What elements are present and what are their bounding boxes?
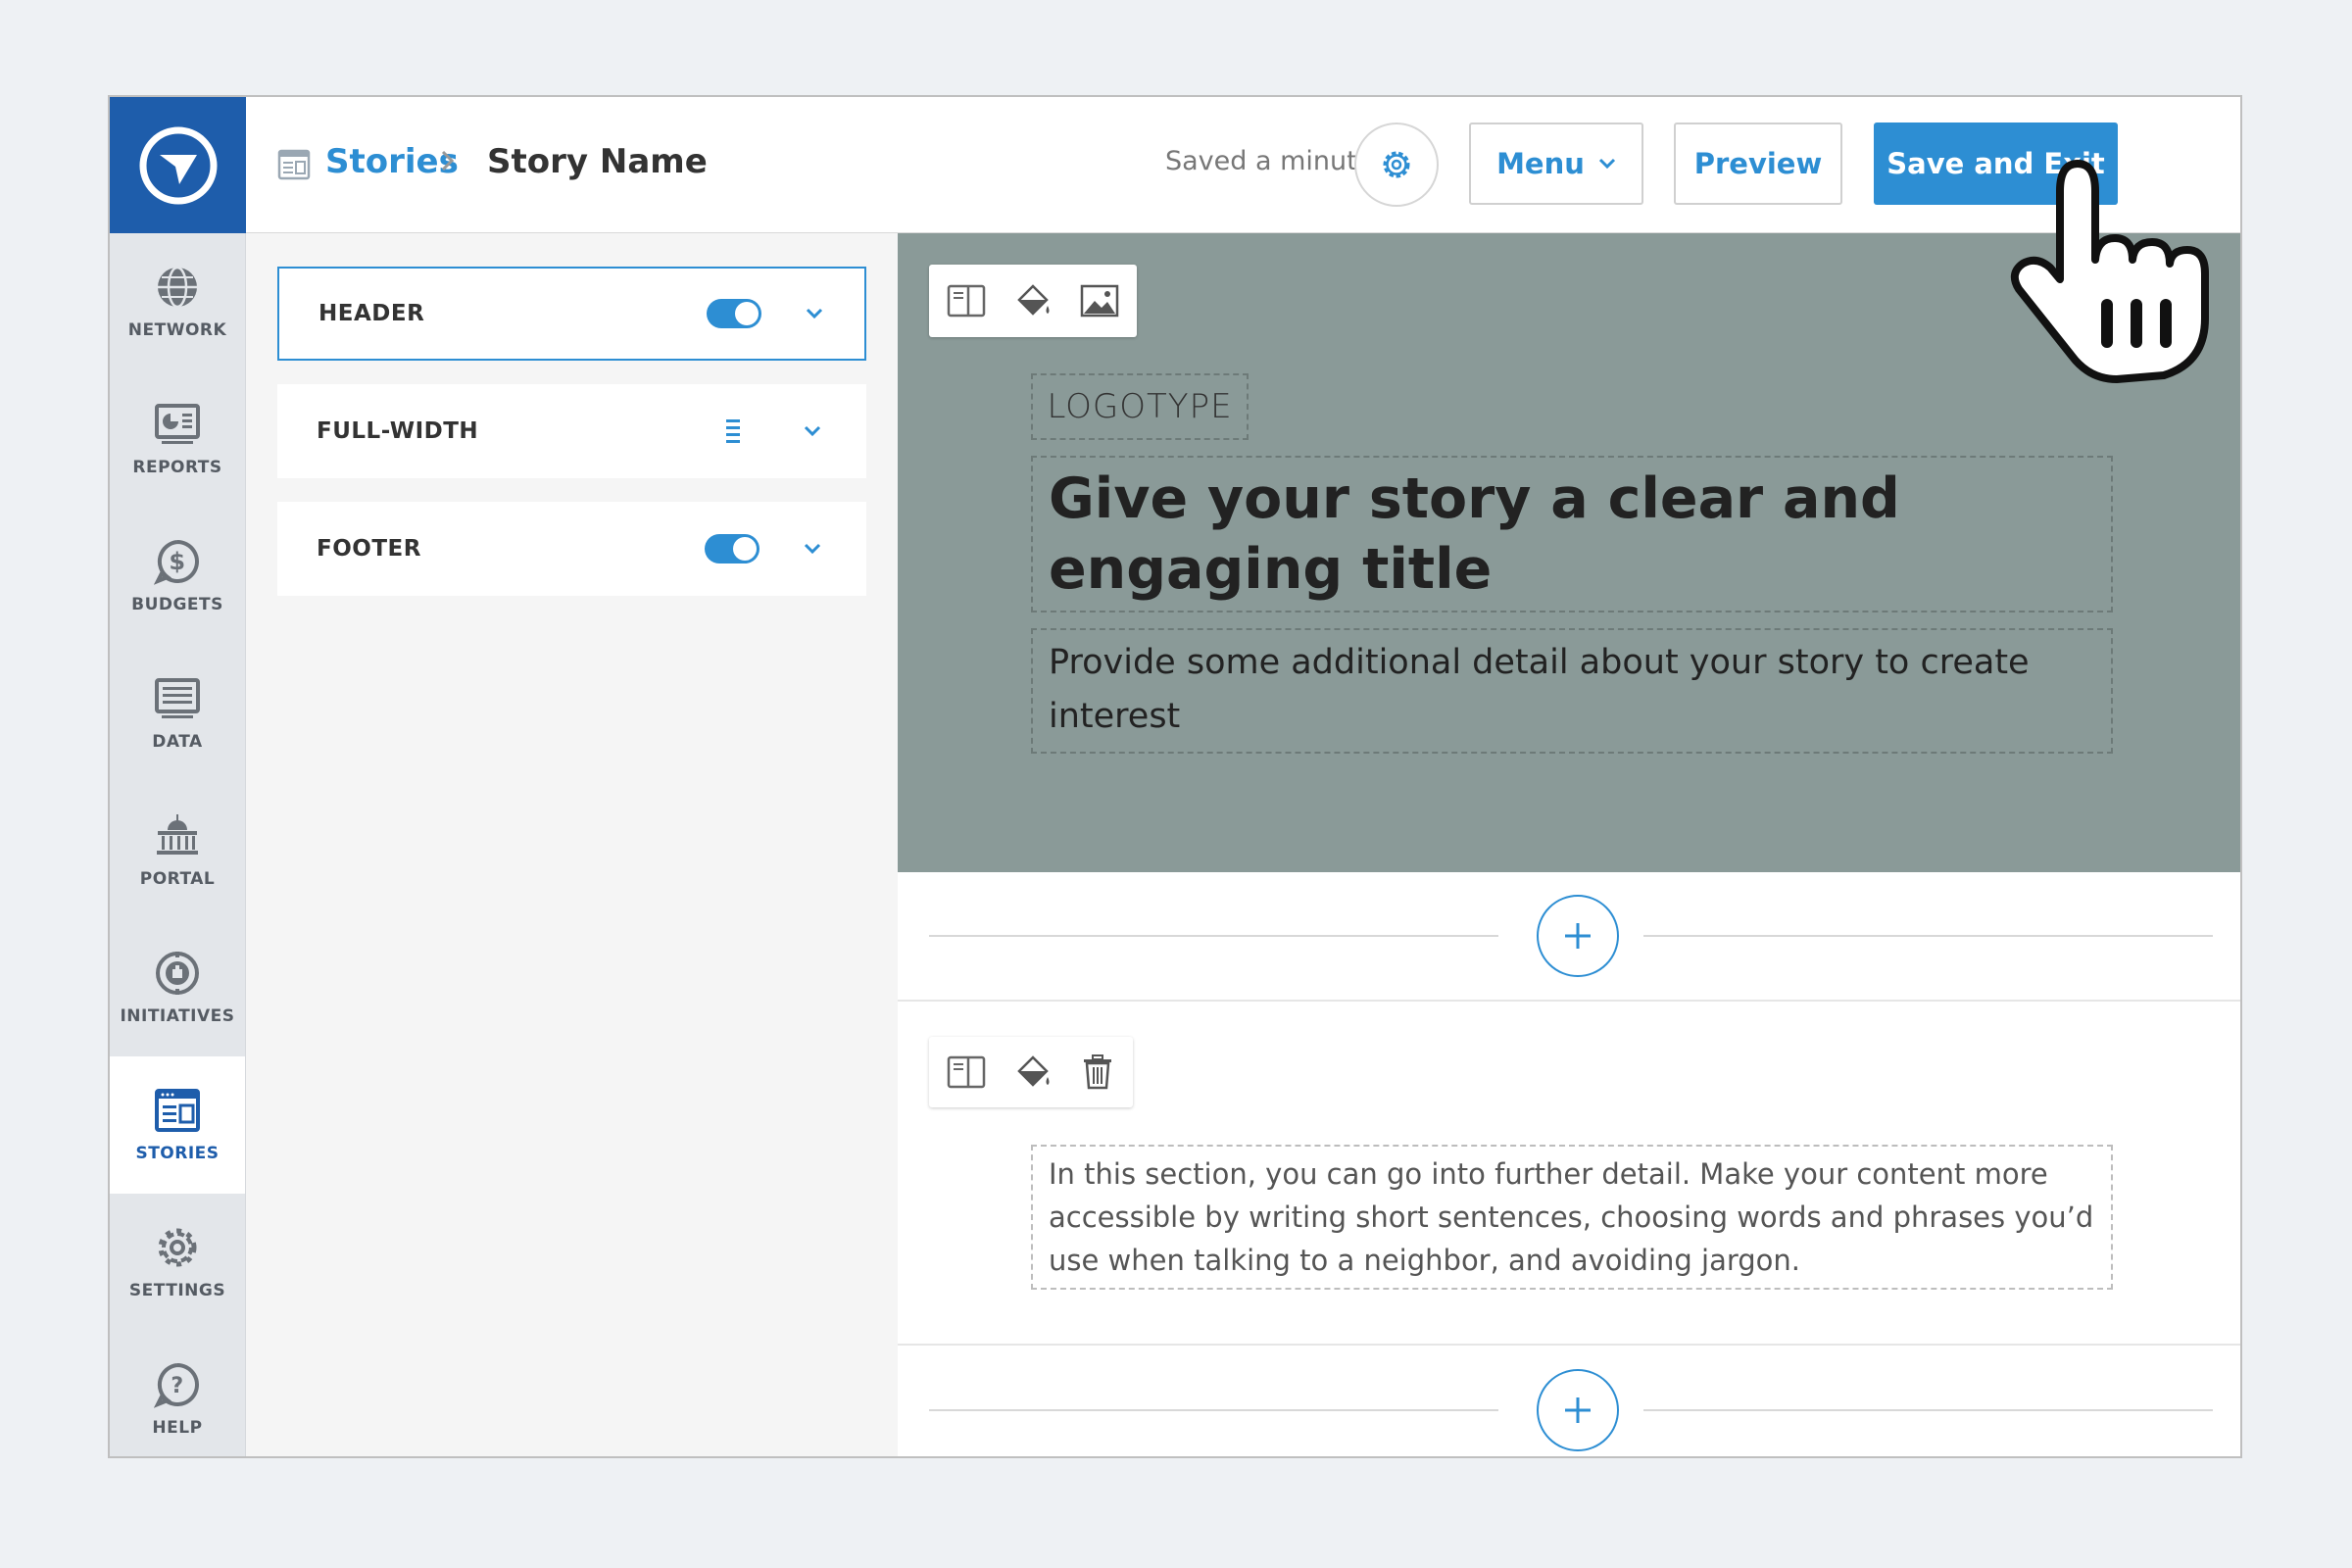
chevron-right-icon — [441, 150, 455, 172]
drag-handle-icon[interactable] — [724, 417, 742, 445]
section-footer[interactable]: FOOTER — [277, 502, 866, 596]
nav-label: BUDGETS — [131, 595, 223, 614]
story-subtitle-field[interactable]: Provide some additional detail about you… — [1031, 628, 2113, 754]
stories-breadcrumb-icon — [277, 149, 311, 180]
menu-dropdown-button[interactable]: Menu — [1469, 122, 1643, 205]
plus-icon — [1565, 923, 1591, 949]
content-paragraph-field[interactable]: In this section, you can go into further… — [1031, 1145, 2113, 1290]
top-bar: Stories Story Name Saved a minute ago Me… — [246, 97, 2240, 233]
layout-icon[interactable] — [947, 283, 986, 318]
gear-icon — [158, 1228, 197, 1267]
section-label: HEADER — [318, 301, 425, 326]
nav-item-stories[interactable]: STORIES — [110, 1056, 245, 1194]
nav-item-initiatives[interactable]: INITIATIVES — [110, 919, 245, 1056]
stories-icon — [155, 1089, 200, 1132]
nav-item-settings[interactable]: SETTINGS — [110, 1194, 245, 1331]
paint-bucket-icon[interactable] — [1013, 282, 1053, 319]
logotype-placeholder[interactable]: LOGOTYPE — [1031, 373, 1249, 440]
initiatives-icon — [156, 952, 199, 995]
portal-icon — [157, 814, 198, 855]
nav-item-reports[interactable]: REPORTS — [110, 370, 245, 508]
footer-visibility-toggle[interactable] — [705, 534, 760, 564]
add-section-button[interactable] — [1537, 895, 1619, 977]
layout-icon[interactable] — [947, 1054, 986, 1090]
story-canvas: LOGOTYPE Give your story a clear and eng… — [898, 233, 2240, 1456]
chevron-down-icon[interactable] — [803, 424, 822, 438]
nav-item-portal[interactable]: PORTAL — [110, 782, 245, 919]
chevron-down-icon — [1598, 158, 1615, 170]
preview-button[interactable]: Preview — [1674, 122, 1842, 205]
header-visibility-toggle[interactable] — [707, 299, 761, 328]
section-full-width[interactable]: FULL-WIDTH — [277, 384, 866, 478]
nav-label: NETWORK — [127, 320, 227, 340]
section-separator — [898, 1000, 2240, 1002]
add-section-button[interactable] — [1537, 1369, 1619, 1451]
globe-icon — [158, 266, 197, 309]
chevron-down-icon[interactable] — [805, 307, 824, 320]
gear-icon — [1383, 151, 1410, 178]
story-settings-button[interactable] — [1354, 122, 1439, 207]
section-label: FULL-WIDTH — [317, 418, 479, 444]
menu-label: Menu — [1496, 147, 1585, 180]
nav-label: SETTINGS — [128, 1281, 226, 1300]
divider-line — [1643, 935, 2213, 937]
svg-text:$: $ — [169, 548, 185, 575]
content-toolbar — [929, 1037, 1133, 1107]
dollar-icon: $ — [154, 540, 199, 585]
nav-label: DATA — [152, 732, 203, 752]
nav-item-budgets[interactable]: $ BUDGETS — [110, 508, 245, 645]
app-window: NETWORK REPORTS $ BUDGETS DATA PORTAL IN… — [108, 95, 2242, 1458]
nav-label: STORIES — [135, 1144, 220, 1163]
data-icon — [155, 678, 200, 718]
hand-pointer-cursor-icon — [2010, 160, 2209, 383]
left-nav: NETWORK REPORTS $ BUDGETS DATA PORTAL IN… — [110, 97, 246, 1456]
logo-icon — [139, 126, 217, 204]
nav-label: HELP — [152, 1418, 203, 1438]
section-header[interactable]: HEADER — [277, 267, 866, 361]
story-title-field[interactable]: Give your story a clear and engaging tit… — [1031, 456, 2113, 612]
section-label: FOOTER — [317, 536, 421, 562]
nav-label: REPORTS — [132, 458, 222, 477]
page-title: Story Name — [487, 142, 708, 181]
divider-line — [1643, 1409, 2213, 1411]
hero-toolbar — [929, 265, 1137, 337]
sections-panel: HEADER FULL-WIDTH FOOTER — [246, 233, 898, 1456]
preview-label: Preview — [1693, 147, 1823, 180]
chevron-down-icon[interactable] — [803, 542, 822, 556]
trash-icon[interactable] — [1080, 1054, 1115, 1091]
nav-label: PORTAL — [139, 869, 216, 889]
image-icon[interactable] — [1080, 283, 1119, 318]
help-icon: ? — [154, 1363, 199, 1408]
plus-icon — [1565, 1397, 1591, 1423]
paint-bucket-icon[interactable] — [1013, 1054, 1053, 1091]
svg-text:?: ? — [171, 1374, 183, 1398]
nav-item-help[interactable]: ? HELP — [110, 1331, 245, 1456]
divider-line — [929, 1409, 1498, 1411]
nav-label: INITIATIVES — [120, 1006, 235, 1026]
section-separator — [898, 1344, 2240, 1346]
reports-icon — [155, 404, 200, 444]
nav-item-network[interactable]: NETWORK — [110, 233, 245, 370]
divider-line — [929, 935, 1498, 937]
app-logo[interactable] — [110, 97, 246, 233]
nav-item-data[interactable]: DATA — [110, 645, 245, 782]
